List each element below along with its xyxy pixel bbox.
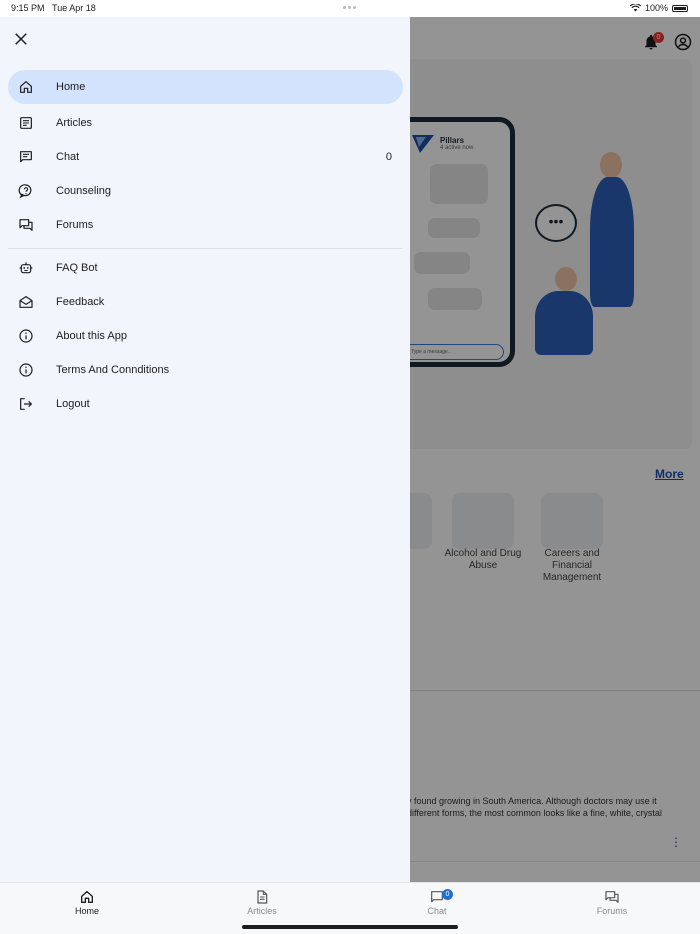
drawer-item-articles[interactable]: Articles [8,106,403,140]
tab-label: Forums [596,906,628,916]
drawer-item-home[interactable]: Home [8,70,403,104]
navigation-drawer: Home Articles Chat 0 Counseling Forums F… [0,17,410,882]
tab-chat[interactable]: 0 Chat [397,887,477,923]
chat-icon [20,151,32,163]
tab-label: Home [74,906,99,916]
battery-icon [672,4,688,12]
drawer-item-forums[interactable]: Forums [8,208,403,242]
status-time: 9:15 PM Tue Apr 18 [11,3,96,13]
tab-forums[interactable]: Forums [572,887,652,923]
home-icon [81,891,93,903]
drawer-item-feedback[interactable]: Feedback [8,285,403,319]
drawer-divider [8,248,403,249]
drawer-item-label: Forums [56,219,94,231]
drawer-item-logout[interactable]: Logout [8,387,403,421]
document-icon [257,890,268,904]
drawer-item-label: Counseling [56,185,112,197]
forum-icon [605,891,619,903]
drawer-item-label: About this App [56,330,127,342]
info-icon [19,329,33,343]
drawer-item-label: Chat [56,151,80,163]
forum-icon [19,219,33,231]
info-icon [19,363,33,377]
status-indicators: 100% [629,3,688,13]
article-icon [20,117,32,129]
drawer-item-label: FAQ Bot [56,262,98,274]
help-icon [18,184,32,199]
tab-label: Chat [427,906,447,916]
drawer-item-label: Home [56,81,86,93]
drawer-item-terms[interactable]: Terms And Connditions [8,353,403,387]
drawer-item-label: Terms And Connditions [56,364,170,376]
home-indicator[interactable] [242,925,458,929]
drawer-item-about[interactable]: About this App [8,319,403,353]
battery-percent: 100% [644,3,668,13]
tab-home[interactable]: Home [47,887,127,923]
chat-count: 0 [385,151,392,163]
drawer-item-chat[interactable]: Chat 0 [8,140,403,174]
drawer-item-faq-bot[interactable]: FAQ Bot [8,251,403,285]
mail-icon [19,296,33,308]
status-bar: 9:15 PM Tue Apr 18 100% [0,0,700,17]
drawer-item-label: Articles [56,117,93,129]
multitask-dots[interactable] [343,6,356,9]
home-icon [20,81,32,93]
wifi-icon [629,4,641,12]
tab-label: Articles [247,906,277,916]
chat-badge: 0 [442,889,453,900]
robot-icon [19,262,33,274]
drawer-item-label: Feedback [56,296,105,308]
close-icon[interactable] [12,30,30,48]
drawer-item-label: Logout [56,398,90,410]
drawer-item-counseling[interactable]: Counseling [8,174,403,208]
logout-icon [20,398,33,410]
tab-articles[interactable]: Articles [222,887,302,923]
